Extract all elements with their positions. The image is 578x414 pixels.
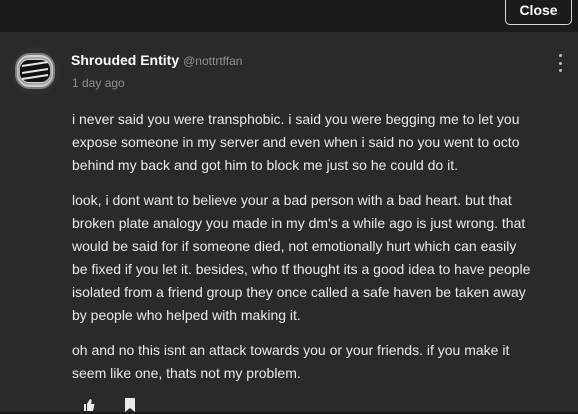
post-body: i never said you were transphobic. i sai…: [72, 108, 572, 397]
author-handle[interactable]: @nottrtffan: [183, 54, 242, 68]
post-paragraph: look, i dont want to believe your a bad …: [72, 192, 531, 323]
like-icon[interactable]: [82, 398, 96, 414]
more-options-icon[interactable]: [557, 54, 563, 72]
bookmark-icon[interactable]: [124, 398, 136, 414]
post-card: Shrouded Entity @nottrtffan 1 day ago i n…: [0, 32, 578, 412]
close-button[interactable]: Close: [505, 0, 572, 25]
post-paragraph: i never said you were transphobic. i sai…: [72, 111, 520, 173]
author-name[interactable]: Shrouded Entity: [71, 52, 179, 68]
post-paragraph: oh and no this isnt an attack towards yo…: [72, 342, 510, 381]
post-timestamp: 1 day ago: [72, 76, 125, 90]
helmet-avatar-icon: [11, 47, 59, 95]
post-actions: [82, 398, 136, 414]
avatar[interactable]: [10, 46, 60, 96]
author-line: Shrouded Entity @nottrtffan: [71, 52, 242, 68]
